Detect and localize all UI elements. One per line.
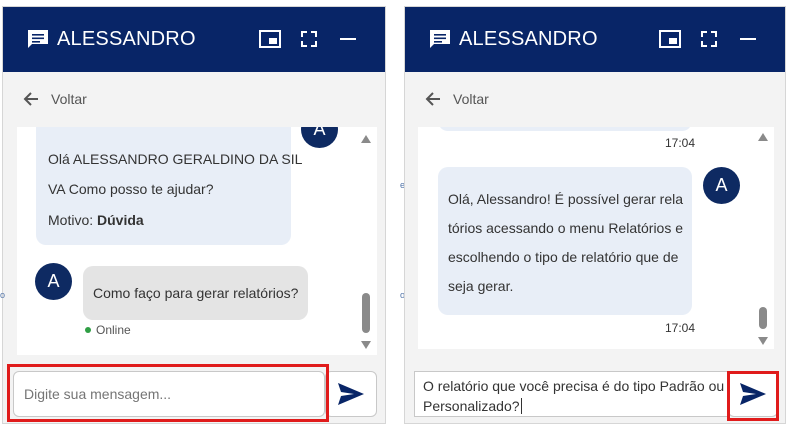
message-input-line-2-text: Personalizado? [423, 398, 520, 414]
agent-reply: Olá, Alessandro! É possível gerar rela t… [438, 167, 692, 315]
chat-widget-left: ALESSANDRO Voltar Olá ALESSANDRO GERALDI… [2, 6, 386, 424]
previous-message-time: 17:04 [665, 136, 696, 150]
online-status: Online [85, 323, 131, 337]
chat-widget-right: ALESSANDRO Voltar 17:04 Olá, Alessandro!… [404, 6, 786, 424]
picture-in-picture-icon[interactable] [658, 27, 682, 51]
send-button[interactable] [728, 371, 778, 417]
agent-message: Olá ALESSANDRO GERALDINO DA SIL VA Como … [36, 127, 302, 245]
message-list[interactable]: Olá ALESSANDRO GERALDINO DA SIL VA Como … [17, 127, 377, 355]
message-input-line-1: O relatório que você precisa é do tipo P… [423, 378, 725, 394]
chat-title: ALESSANDRO [459, 28, 598, 50]
scroll-down-arrow[interactable] [361, 341, 371, 349]
scrollbar-thumb[interactable] [759, 307, 767, 329]
reply-line-2: tórios acessando o menu Relatórios e [448, 220, 684, 236]
reason-line: Motivo: Dúvida [48, 210, 144, 230]
user-avatar: A [35, 263, 72, 300]
online-label: Online [96, 323, 131, 337]
reply-line-3: escolhendo o tipo de relatório que de [448, 249, 679, 265]
send-icon [740, 383, 766, 405]
arrow-left-icon [23, 92, 38, 106]
chat-header: ALESSANDRO [405, 7, 785, 72]
agent-avatar: A [301, 127, 338, 148]
chat-title: ALESSANDRO [57, 28, 196, 50]
back-button[interactable]: Voltar [423, 87, 489, 111]
greeting-line-1: Olá ALESSANDRO GERALDINO DA SIL [48, 151, 303, 167]
picture-in-picture-icon[interactable] [258, 27, 282, 51]
message-input[interactable]: O relatório que você precisa é do tipo P… [414, 371, 728, 417]
back-label: Voltar [51, 91, 87, 107]
user-message: Como faço para gerar relatórios? [83, 266, 308, 320]
previous-message [438, 127, 692, 131]
chat-icon [28, 30, 48, 48]
chat-icon [430, 30, 450, 48]
chat-header: ALESSANDRO [3, 7, 385, 72]
send-icon [338, 383, 364, 405]
back-button[interactable]: Voltar [21, 87, 87, 111]
reason-value: Dúvida [97, 212, 144, 228]
minimize-icon[interactable] [336, 27, 360, 51]
arrow-left-icon [425, 92, 440, 106]
online-dot [85, 327, 91, 333]
agent-avatar: A [703, 167, 740, 204]
reply-line-1: Olá, Alessandro! É possível gerar rela [448, 191, 684, 207]
fullscreen-icon[interactable] [697, 27, 721, 51]
fullscreen-icon[interactable] [297, 27, 321, 51]
background-link-stub: o [0, 290, 6, 300]
scroll-up-arrow[interactable] [361, 135, 371, 143]
greeting-line-2: VA Como posso te ajudar? [48, 181, 214, 197]
user-message-text: Como faço para gerar relatórios? [93, 285, 299, 301]
minimize-icon[interactable] [736, 27, 760, 51]
send-button[interactable] [325, 371, 377, 417]
scroll-down-arrow[interactable] [758, 337, 768, 345]
message-list[interactable]: 17:04 Olá, Alessandro! É possível gerar … [418, 127, 774, 349]
scroll-up-arrow[interactable] [758, 133, 768, 141]
scrollbar[interactable] [758, 133, 768, 345]
stage: ALESSANDRO Voltar Olá ALESSANDRO GERALDI… [0, 0, 790, 424]
reason-label: Motivo: [48, 212, 94, 228]
text-cursor [520, 398, 522, 414]
scrollbar-thumb[interactable] [362, 293, 370, 333]
reply-time: 17:04 [665, 321, 696, 335]
reply-line-4: seja gerar. [448, 278, 514, 294]
message-input-line-2: Personalizado? [423, 397, 522, 415]
back-label: Voltar [453, 91, 489, 107]
message-input[interactable] [13, 371, 325, 417]
scrollbar[interactable] [361, 135, 371, 349]
